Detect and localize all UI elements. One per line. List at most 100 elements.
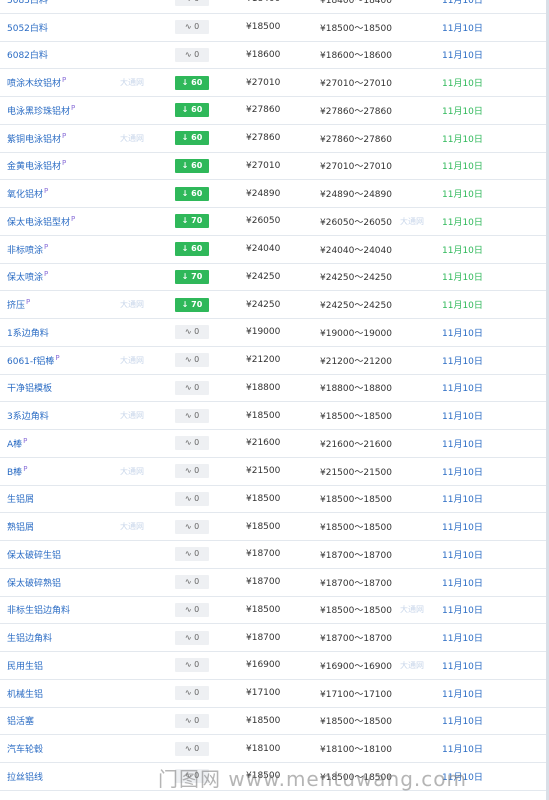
down-arrow-icon: ↓	[181, 105, 192, 115]
price: ¥19000	[246, 327, 281, 338]
product-name: 5052白料	[7, 23, 48, 34]
product-name-link[interactable]: 民用生铝	[0, 659, 172, 672]
product-name: 6061-f铝棒	[7, 356, 55, 367]
date: 11月10日	[442, 439, 483, 450]
row-watermark: 大通网	[120, 78, 144, 88]
down-arrow-icon: ↓	[181, 160, 192, 170]
wave-icon: ∿	[184, 743, 195, 753]
change-badge: ∿ 0	[175, 713, 209, 728]
price-range: ¥24250～24250	[320, 301, 392, 312]
product-name-link[interactable]: 1系边角料	[0, 326, 172, 339]
price: ¥24250	[246, 271, 281, 282]
product-name-link[interactable]: 熟铝屑	[0, 520, 172, 533]
product-name-link[interactable]: 汽车轮毂	[0, 742, 172, 755]
row-watermark: 大通网	[120, 300, 144, 310]
product-name-link[interactable]: 保太破碎生铝	[0, 548, 172, 561]
table-row: 喷涂木纹铝材P ↓ 60 ¥27010 ¥27010～27010 11月10日 大通网	[0, 69, 549, 97]
product-name-link[interactable]: 保太破碎熟铝	[0, 576, 172, 589]
price-range: ¥17100～17100	[320, 689, 392, 700]
wave-icon: ∿	[184, 22, 195, 32]
product-tag-icon: P	[62, 159, 67, 168]
product-name-link[interactable]: 机械生铝	[0, 687, 172, 700]
product-name: 机械生铝	[7, 689, 44, 700]
product-name-link[interactable]: 拉丝铝线	[0, 770, 172, 783]
date: 11月10日	[442, 51, 483, 62]
product-name-link[interactable]: 生铝边角料	[0, 631, 172, 644]
table-row: 6061-f铝棒P ∿ 0 ¥21200 ¥21200～21200 11月10日 大通网	[0, 347, 549, 375]
product-name: 保太破碎熟铝	[7, 578, 62, 589]
change-badge: ∿ 0	[175, 325, 209, 340]
date: 11月10日	[442, 301, 483, 312]
product-name-link[interactable]: 6082白料	[0, 48, 172, 61]
table-row: 机械生铝 ∿ 0 ¥17100 ¥17100～17100 11月10日	[0, 680, 549, 708]
table-row: 生铝屑 ∿ 0 ¥18500 ¥18500～18500 11月10日	[0, 486, 549, 514]
down-arrow-icon: ↓	[181, 244, 192, 254]
product-name-link[interactable]: 干净铝模板	[0, 381, 172, 394]
change-badge: ∿ 0	[175, 491, 209, 506]
row-watermark: 大通网	[400, 216, 424, 226]
date: 11月10日	[442, 328, 483, 339]
product-name-link[interactable]: 非标喷涂P	[0, 243, 172, 256]
change-badge: ∿ 0	[175, 464, 209, 479]
product-name-link[interactable]: 金黄电泳铝材P	[0, 159, 172, 172]
product-name: 喷涂木纹铝材	[7, 79, 62, 90]
wave-icon: ∿	[184, 604, 195, 614]
price-range: ¥18500～18500	[320, 523, 392, 534]
price-range: ¥19000～19000	[320, 328, 392, 339]
price: ¥24890	[246, 188, 281, 199]
wave-icon: ∿	[185, 0, 194, 3]
product-name-link[interactable]: 生铝屑	[0, 492, 172, 505]
change-badge: ∿ 0	[175, 630, 209, 645]
price: ¥18100	[246, 743, 281, 754]
product-name: 保太电泳铝型材	[7, 217, 71, 228]
change-badge: ∿ 0	[175, 408, 209, 423]
table-row: 6082白料 ∿ 0 ¥18600 ¥18600～18600 11月10日	[0, 42, 549, 70]
product-name-link[interactable]: 铝活塞	[0, 714, 172, 727]
price-range: ¥21500～21500	[320, 467, 392, 478]
price-range: ¥21200～21200	[320, 356, 392, 367]
product-name-link[interactable]: 6061-f铝棒P	[0, 354, 172, 367]
table-row: 紫铜电泳铝材P ↓ 60 ¥27860 ¥27860～27860 11月10日 大通网	[0, 125, 549, 153]
product-name: 金黄电泳铝材	[7, 162, 62, 173]
product-name-link[interactable]: 喷涂木纹铝材P	[0, 76, 172, 89]
down-arrow-icon: ↓	[181, 216, 192, 226]
product-name: 非标生铝边角料	[7, 606, 71, 617]
change-badge: ∿ 0	[175, 47, 209, 62]
product-name-link[interactable]: 紫铜电泳铝材P	[0, 132, 172, 145]
price-range: ¥18100～18100	[320, 745, 392, 756]
table-row: 1系边角料 ∿ 0 ¥19000 ¥19000～19000 11月10日	[0, 319, 549, 347]
product-tag-icon: P	[44, 187, 49, 196]
product-name-link[interactable]: 电泳黑珍珠铝材P	[0, 104, 172, 117]
date: 11月10日	[442, 190, 483, 201]
change-badge: ∿ 0	[175, 0, 209, 7]
table-row: 3系边角料 ∿ 0 ¥18500 ¥18500～18500 11月10日 大通网	[0, 402, 549, 430]
product-name: 民用生铝	[7, 661, 44, 672]
table-row: 挤压P ↓ 70 ¥24250 ¥24250～24250 11月10日 大通网	[0, 291, 549, 319]
product-name-link[interactable]: 保太电泳铝型材P	[0, 215, 172, 228]
row-watermark: 大通网	[120, 466, 144, 476]
product-tag-icon: P	[71, 214, 76, 223]
product-tag-icon: P	[23, 436, 28, 445]
product-name: 6082白料	[7, 51, 48, 62]
table-row: 5052白料 ∿ 0 ¥18500 ¥18500～18500 11月10日	[0, 14, 549, 42]
product-name: 3系边角料	[7, 412, 49, 423]
product-name-link[interactable]: 非标生铝边角料	[0, 603, 172, 616]
change-badge: ↓ 60	[175, 186, 209, 201]
row-watermark: 大通网	[400, 660, 424, 670]
product-name-link[interactable]: 挤压P	[0, 298, 172, 311]
down-arrow-icon: ↓	[181, 77, 192, 87]
date: 11月10日	[442, 245, 483, 256]
row-watermark: 大通网	[120, 522, 144, 532]
change-badge: ↓ 60	[175, 75, 209, 90]
product-name-link[interactable]: B棒P	[0, 465, 172, 478]
product-name-link[interactable]: 氧化铝材P	[0, 187, 172, 200]
price: ¥27860	[246, 105, 281, 116]
price-range: ¥18400～18400	[320, 0, 392, 6]
product-name: 保太破碎生铝	[7, 550, 62, 561]
product-name: 拉丝铝线	[7, 772, 44, 783]
product-name-link[interactable]: 保太喷涂P	[0, 270, 172, 283]
product-name-link[interactable]: 5052白料	[0, 21, 172, 34]
product-name-link[interactable]: 3系边角料	[0, 409, 172, 422]
product-name-link[interactable]: 5083白料	[0, 0, 172, 6]
product-name-link[interactable]: A棒P	[0, 437, 172, 450]
